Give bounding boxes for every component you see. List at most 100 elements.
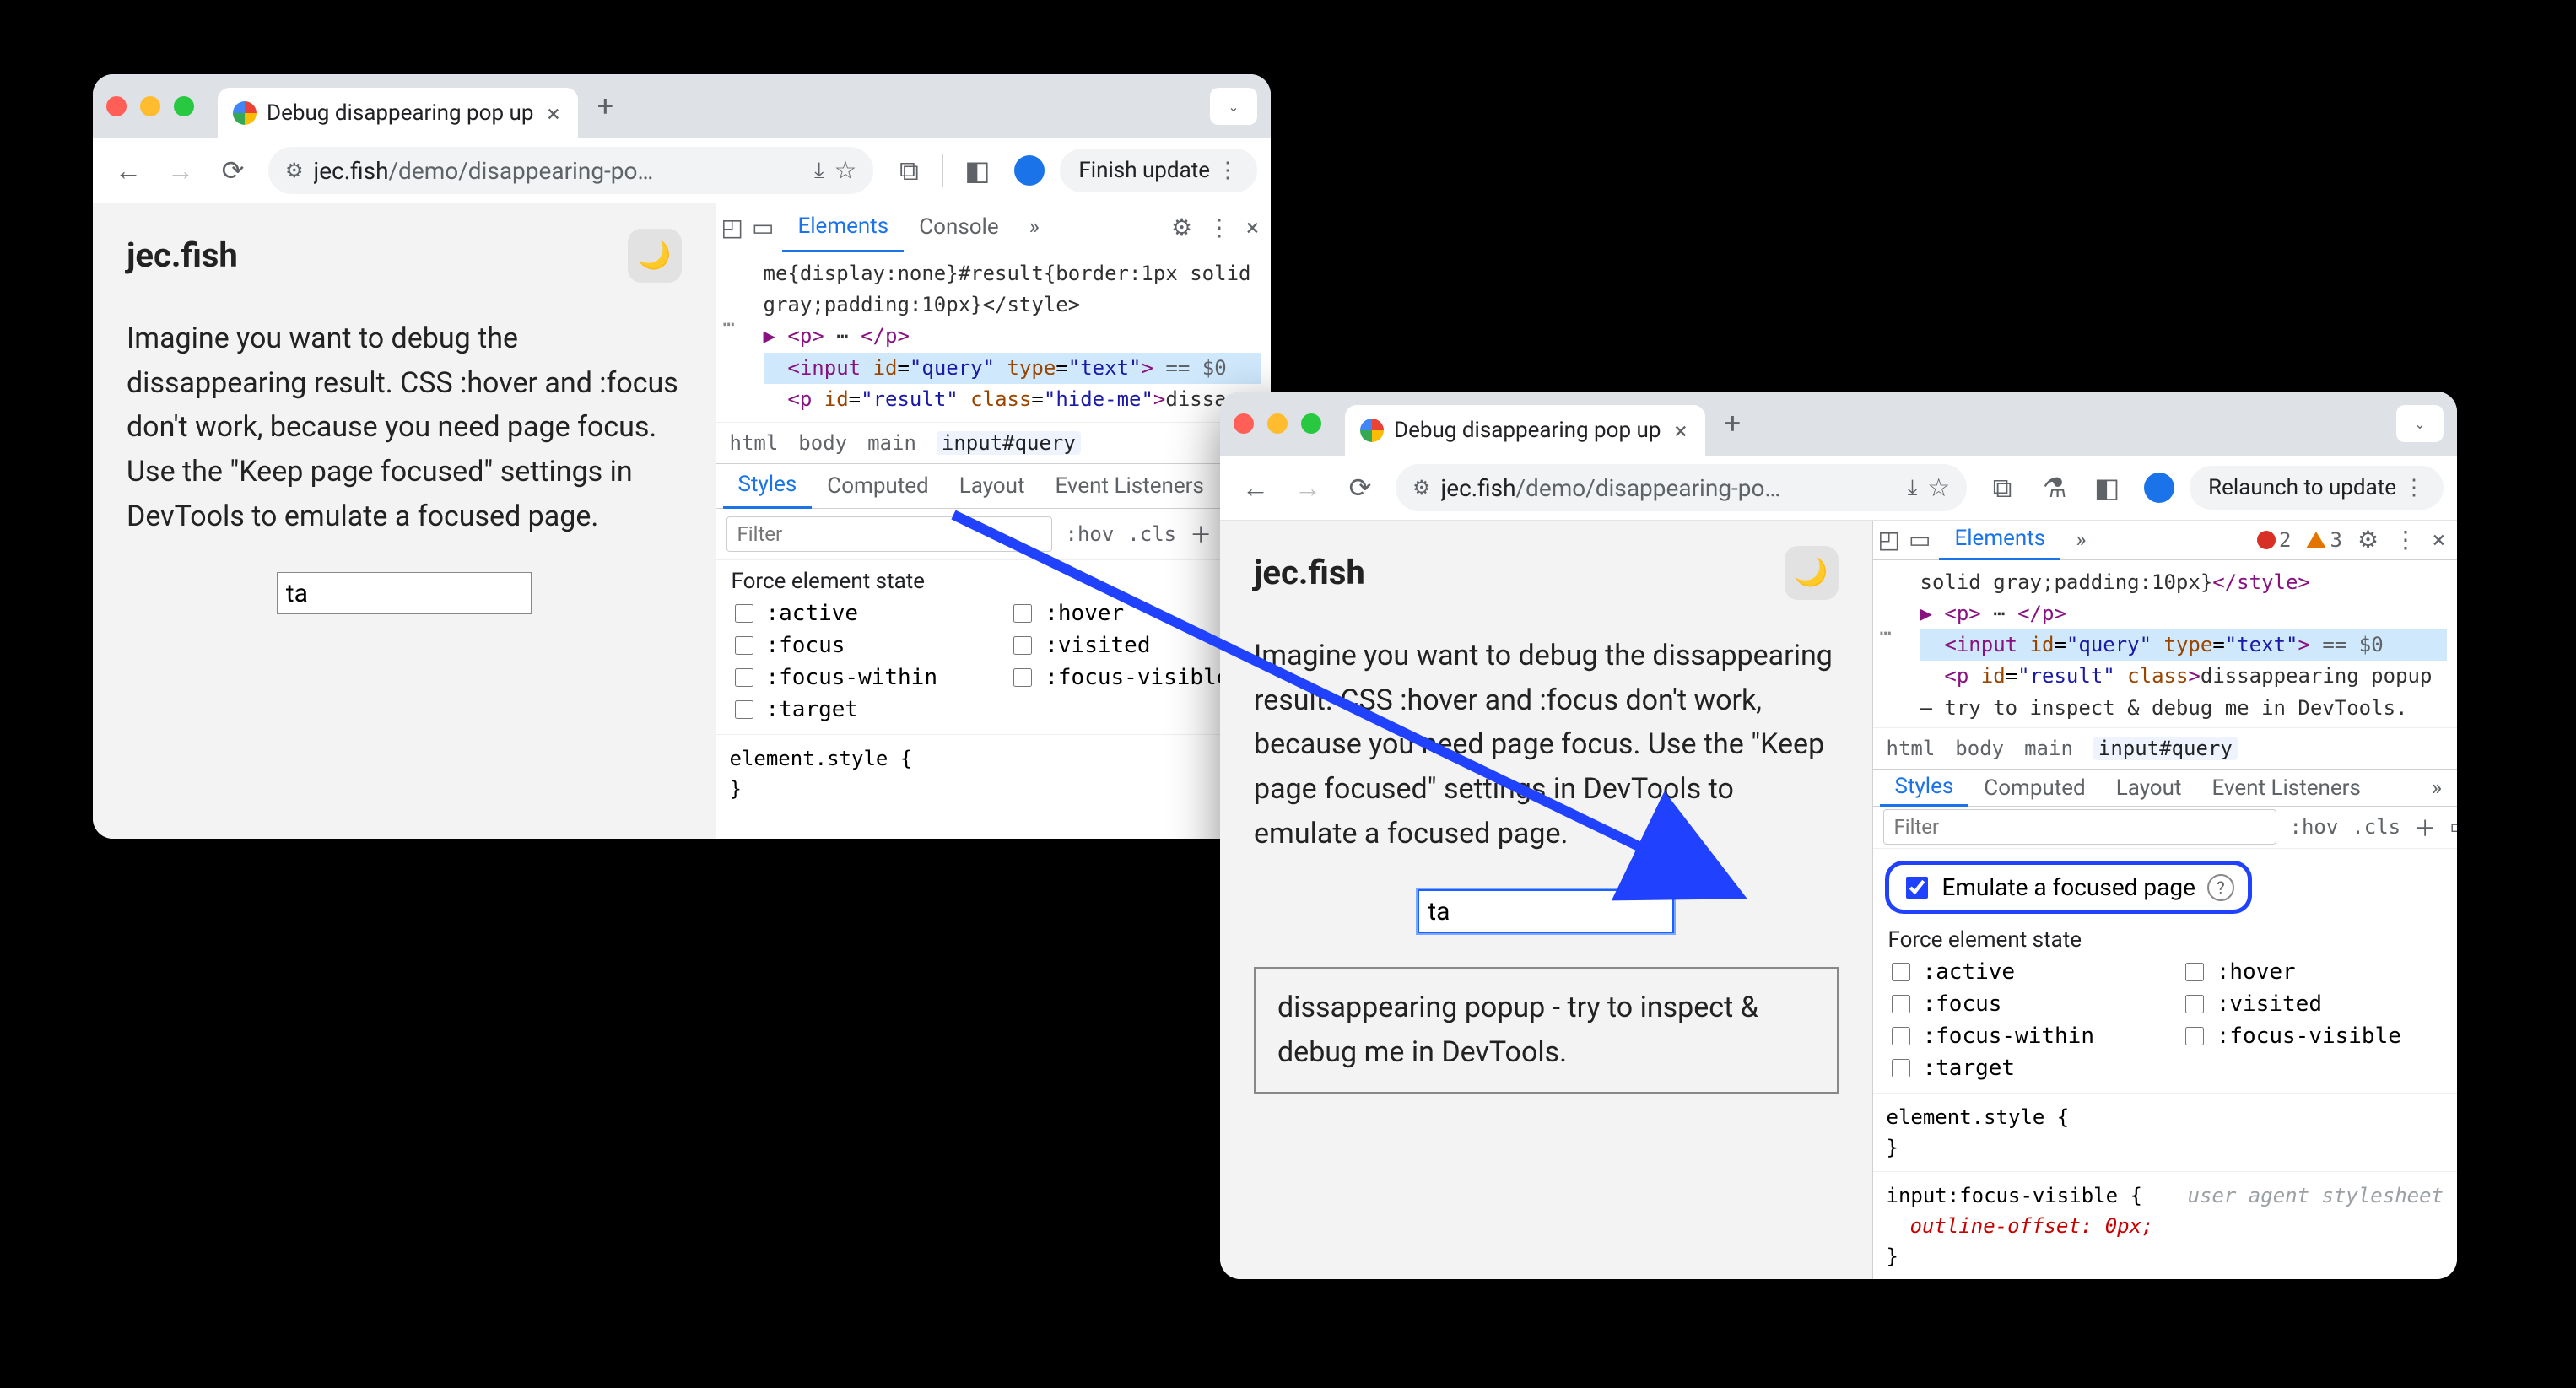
styles-filter-input[interactable] xyxy=(1883,809,2276,845)
inspect-element-icon[interactable]: ◰ xyxy=(721,213,743,241)
profile-avatar[interactable] xyxy=(1007,149,1051,192)
address-bar[interactable]: ⚙ jec.fish/demo/disappearing-po… ⤓ ☆ xyxy=(268,147,873,194)
force-visited[interactable]: :visited xyxy=(2182,991,2442,1017)
toggle-cls-button[interactable]: .cls xyxy=(2352,815,2400,839)
tab-console[interactable]: Console xyxy=(904,203,1013,251)
toggle-hov-button[interactable]: :hov xyxy=(2290,815,2339,839)
minimize-window-icon[interactable] xyxy=(140,96,160,116)
install-app-icon[interactable]: ⤓ xyxy=(1908,475,1918,501)
forward-button[interactable]: → xyxy=(159,149,203,192)
force-focus[interactable]: :focus xyxy=(732,633,977,658)
profile-avatar[interactable] xyxy=(2137,466,2181,510)
force-target[interactable]: :target xyxy=(1888,1056,2148,1081)
help-icon[interactable]: ? xyxy=(2207,874,2234,901)
computed-styles-icon[interactable]: ▭ xyxy=(2449,814,2457,840)
subtab-computed[interactable]: Computed xyxy=(1968,770,2100,806)
close-tab-icon[interactable]: × xyxy=(543,100,563,127)
subtab-layout[interactable]: Layout xyxy=(2101,770,2197,806)
tab-overflow-button[interactable]: ⌄ xyxy=(1210,88,1257,125)
css-rule-block[interactable]: element.style { } xyxy=(716,734,1272,813)
extensions-icon[interactable]: ⧉ xyxy=(887,149,931,192)
subtab-computed[interactable]: Computed xyxy=(812,464,943,508)
tab-elements[interactable]: Elements xyxy=(1939,520,2060,561)
force-focus-visible[interactable]: :focus-visible xyxy=(1010,665,1256,690)
force-active[interactable]: :active xyxy=(1888,959,2148,985)
force-target[interactable]: :target xyxy=(732,697,977,722)
error-count-badge[interactable]: 2 xyxy=(2257,528,2291,552)
labs-icon[interactable]: ⚗ xyxy=(2033,466,2076,510)
settings-icon[interactable]: ⚙ xyxy=(1171,213,1192,241)
tab-overflow-icon[interactable]: » xyxy=(1014,203,1055,251)
warning-count-badge[interactable]: 3 xyxy=(2306,528,2341,552)
new-style-rule-icon[interactable]: ＋ xyxy=(1190,518,1212,549)
force-active[interactable]: :active xyxy=(732,601,977,626)
settings-icon[interactable]: ⚙ xyxy=(2357,526,2379,554)
close-devtools-icon[interactable]: × xyxy=(1246,213,1259,241)
subtab-styles[interactable]: Styles xyxy=(1880,769,1969,807)
inspect-element-icon[interactable]: ◰ xyxy=(1878,526,1900,554)
subtab-layout[interactable]: Layout xyxy=(944,464,1040,508)
maximize-window-icon[interactable] xyxy=(1301,413,1321,434)
bookmark-icon[interactable]: ☆ xyxy=(1927,473,1950,503)
forward-button[interactable]: → xyxy=(1286,466,1330,510)
site-settings-icon[interactable]: ⚙ xyxy=(1412,476,1431,500)
toggle-cls-button[interactable]: .cls xyxy=(1127,522,1176,546)
finish-update-button[interactable]: Finish update⋮ xyxy=(1060,149,1257,192)
subtab-styles[interactable]: Styles xyxy=(723,462,813,509)
force-focus-within[interactable]: :focus-within xyxy=(1888,1023,2148,1049)
side-panel-icon[interactable]: ◧ xyxy=(2085,466,2129,510)
back-button[interactable]: ← xyxy=(106,149,150,192)
css-rule-block[interactable]: input:focus-visible {user agent styleshe… xyxy=(1873,1171,2458,1279)
tab-elements[interactable]: Elements xyxy=(782,203,904,252)
new-tab-button[interactable]: + xyxy=(585,86,625,127)
more-icon[interactable]: ⋮ xyxy=(1207,213,1231,241)
theme-toggle-button[interactable]: 🌙 xyxy=(628,229,682,283)
more-icon[interactable]: ⋮ xyxy=(2394,526,2417,554)
browser-tab[interactable]: Debug disappearing pop up × xyxy=(218,88,578,138)
emulate-focused-page-toggle[interactable]: Emulate a focused page ? xyxy=(1885,861,2252,914)
site-settings-icon[interactable]: ⚙ xyxy=(285,159,304,182)
subtab-event-listeners[interactable]: Event Listeners xyxy=(1040,464,1218,508)
dom-tree[interactable]: me{display:none}#result{border:1px solid… xyxy=(716,251,1272,422)
query-input[interactable] xyxy=(1418,889,1674,933)
tab-overflow-icon[interactable]: » xyxy=(2060,521,2101,559)
force-focus-within[interactable]: :focus-within xyxy=(732,665,977,690)
styles-filter-input[interactable] xyxy=(726,516,1052,552)
reload-button[interactable]: ⟳ xyxy=(211,149,255,192)
force-visited[interactable]: :visited xyxy=(1010,633,1256,658)
force-hover[interactable]: :hover xyxy=(1010,601,1256,626)
force-hover[interactable]: :hover xyxy=(2182,959,2442,985)
minimize-window-icon[interactable] xyxy=(1267,413,1288,434)
new-tab-button[interactable]: + xyxy=(1712,403,1752,444)
force-focus-visible[interactable]: :focus-visible xyxy=(2182,1023,2442,1049)
close-window-icon[interactable] xyxy=(106,96,127,116)
emulate-focused-page-checkbox[interactable] xyxy=(1906,877,1928,899)
dom-line-selected[interactable]: <input id="query" type="text"> == $0 xyxy=(1920,629,2448,661)
back-button[interactable]: ← xyxy=(1234,466,1277,510)
subtab-overflow-icon[interactable]: » xyxy=(2423,775,2450,801)
relaunch-update-button[interactable]: Relaunch to update⋮ xyxy=(2190,466,2444,510)
breadcrumb[interactable]: htmlbodymaininput#query xyxy=(716,422,1272,464)
close-tab-icon[interactable]: × xyxy=(1671,417,1690,445)
extensions-icon[interactable]: ⧉ xyxy=(1980,466,2024,510)
query-input[interactable] xyxy=(277,572,532,614)
close-devtools-icon[interactable]: × xyxy=(2433,526,2445,554)
install-app-icon[interactable]: ⤓ xyxy=(814,158,824,184)
dom-line-selected[interactable]: <input id="query" type="text"> == $0 xyxy=(764,353,1261,384)
breadcrumb[interactable]: htmlbodymaininput#query xyxy=(1873,727,2458,770)
tab-overflow-button[interactable]: ⌄ xyxy=(2396,405,2444,442)
reload-button[interactable]: ⟳ xyxy=(1338,466,1382,510)
subtab-event-listeners[interactable]: Event Listeners xyxy=(2196,770,2375,806)
device-toolbar-icon[interactable]: ▭ xyxy=(752,213,774,241)
dom-tree[interactable]: solid gray;padding:10px}</style> ▶ <p> ⋯… xyxy=(1873,560,2458,728)
force-focus[interactable]: :focus xyxy=(1888,991,2148,1017)
close-window-icon[interactable] xyxy=(1234,413,1254,434)
side-panel-icon[interactable]: ◧ xyxy=(955,149,999,192)
bookmark-icon[interactable]: ☆ xyxy=(834,156,857,186)
new-style-rule-icon[interactable]: ＋ xyxy=(2414,812,2436,843)
address-bar[interactable]: ⚙ jec.fish/demo/disappearing-po… ⤓ ☆ xyxy=(1396,464,1967,511)
theme-toggle-button[interactable]: 🌙 xyxy=(1785,546,1839,600)
device-toolbar-icon[interactable]: ▭ xyxy=(1909,526,1931,554)
css-rule-block[interactable]: element.style { } xyxy=(1873,1093,2458,1171)
toggle-hov-button[interactable]: :hov xyxy=(1066,522,1115,546)
